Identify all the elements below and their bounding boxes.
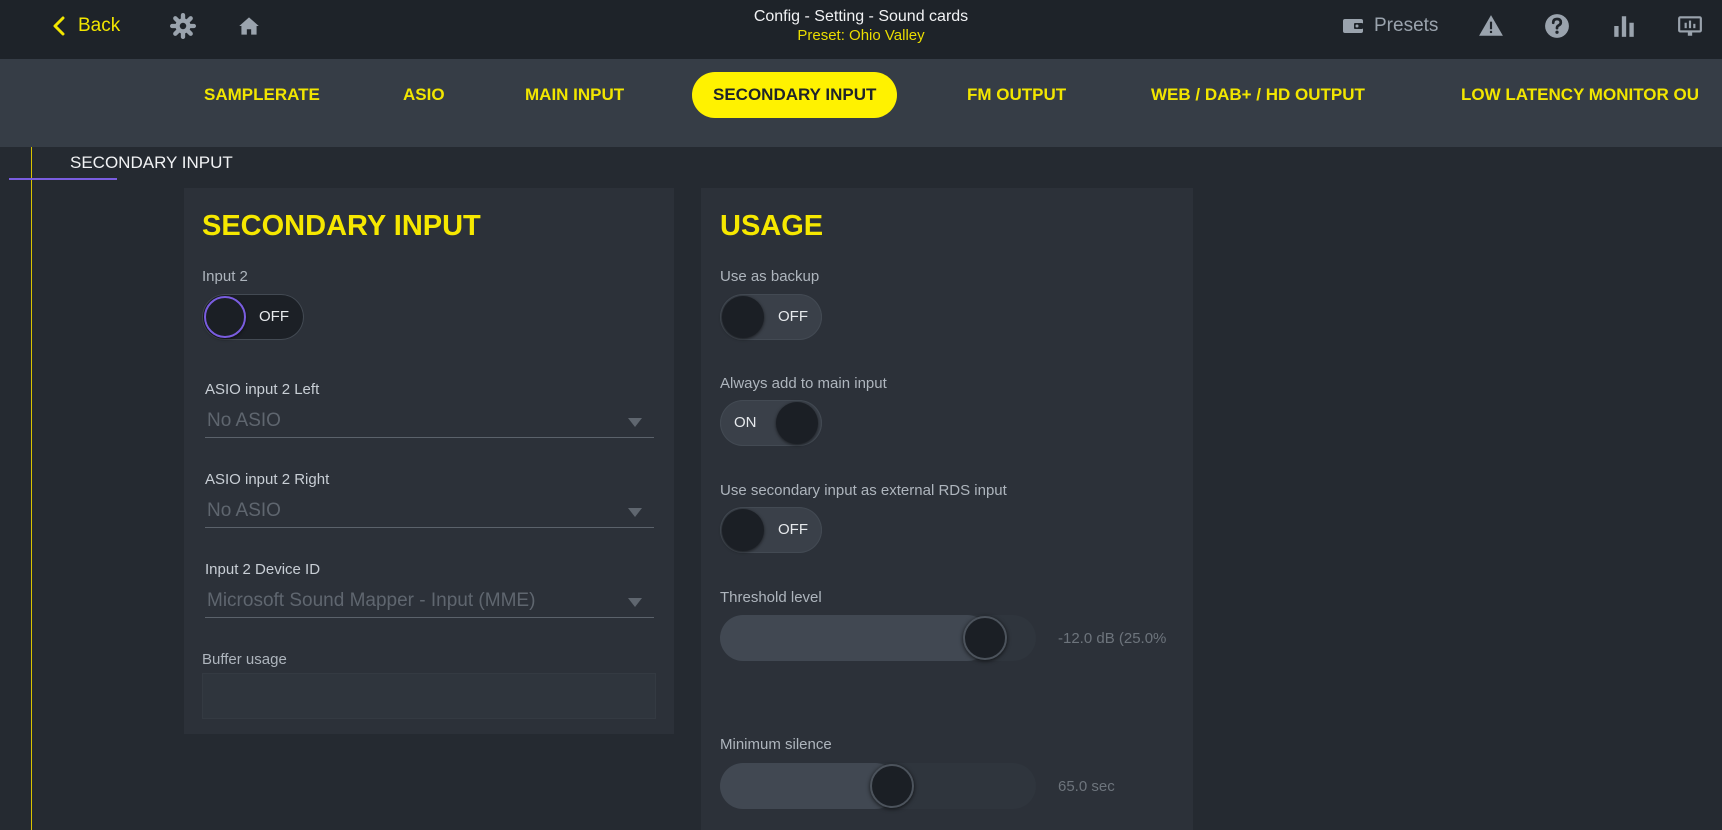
device-id-select[interactable]: Microsoft Sound Mapper - Input (MME) [205,584,654,618]
tab-web-dab-hd-output[interactable]: WEB / DAB+ / HD OUTPUT [1151,72,1365,118]
min-silence-value: 65.0 sec [1058,778,1115,795]
wallet-icon [1343,19,1363,33]
input2-label: Input 2 [202,268,248,285]
asio-left-label: ASIO input 2 Left [205,381,320,398]
page-title-block: Config - Setting - Sound cards Preset: O… [661,7,1061,45]
slider-knob[interactable] [963,616,1007,660]
top-bar: Back Config - Setting - Sound cards Pres… [0,0,1722,59]
tab-fm-output[interactable]: FM OUTPUT [967,72,1066,118]
external-rds-label: Use secondary input as external RDS inpu… [720,482,1007,499]
presets-label: Presets [1374,15,1439,36]
asio-right-label: ASIO input 2 Right [205,471,330,488]
toggle-knob [776,402,818,444]
toggle-state: OFF [259,308,289,325]
device-id-label: Input 2 Device ID [205,561,321,578]
back-button[interactable]: Back [52,13,120,39]
external-rds-toggle[interactable]: OFF [720,507,822,553]
section-guide-line [31,147,32,830]
toggle-state: ON [734,414,757,431]
tab-main-input[interactable]: MAIN INPUT [525,72,624,118]
usage-card: USAGE Use as backup OFF Always add to ma… [701,188,1193,830]
gear-icon[interactable] [170,13,196,39]
caret-down-icon [628,508,642,517]
asio-right-select[interactable]: No ASIO [205,494,654,528]
section-underline [9,178,117,180]
toggle-state: OFF [778,521,808,538]
always-add-label: Always add to main input [720,375,887,392]
toggle-knob [722,509,764,551]
threshold-label: Threshold level [720,589,822,606]
back-label: Back [78,15,121,36]
tab-secondary-input[interactable]: SECONDARY INPUT [692,72,898,118]
preset-subtitle: Preset: Ohio Valley [797,27,925,44]
toggle-knob [204,296,246,338]
help-icon[interactable] [1544,13,1570,39]
caret-down-icon [628,418,642,427]
tab-asio[interactable]: ASIO [403,72,445,118]
buffer-usage-bar [202,673,656,719]
bar-chart-icon[interactable] [1611,13,1637,39]
tab-samplerate[interactable]: SAMPLERATE [204,72,320,118]
buffer-usage-label: Buffer usage [202,651,287,668]
min-silence-label: Minimum silence [720,736,832,753]
slider-knob[interactable] [870,764,914,808]
toggle-state: OFF [778,308,808,325]
warning-icon[interactable] [1478,13,1504,39]
monitor-icon[interactable] [1677,13,1703,39]
tab-low-latency-monitor-output[interactable]: LOW LATENCY MONITOR OU [1461,72,1699,118]
device-id-value: Microsoft Sound Mapper - Input (MME) [207,590,536,611]
chevron-left-icon [53,16,65,36]
slider-fill [720,615,990,661]
toggle-knob [722,296,764,338]
use-as-backup-label: Use as backup [720,268,820,285]
always-add-toggle[interactable]: ON [720,400,822,446]
tab-bar: SAMPLERATE ASIO MAIN INPUT SECONDARY INP… [0,59,1722,147]
home-icon[interactable] [236,13,262,39]
secondary-input-card: SECONDARY INPUT Input 2 OFF ASIO input 2… [184,188,674,734]
input2-toggle[interactable]: OFF [202,294,304,340]
threshold-slider[interactable] [720,615,1036,661]
secondary-input-title: SECONDARY INPUT [202,210,481,242]
asio-right-value: No ASIO [207,500,281,521]
threshold-value: -12.0 dB (25.0% [1058,630,1167,647]
section-label: SECONDARY INPUT [70,153,233,172]
asio-left-select[interactable]: No ASIO [205,404,654,438]
asio-left-value: No ASIO [207,410,281,431]
min-silence-slider[interactable] [720,763,1036,809]
use-as-backup-toggle[interactable]: OFF [720,294,822,340]
usage-title: USAGE [720,210,824,242]
caret-down-icon [628,598,642,607]
presets-button[interactable]: Presets [1342,13,1438,39]
page-title: Config - Setting - Sound cards [753,8,969,25]
